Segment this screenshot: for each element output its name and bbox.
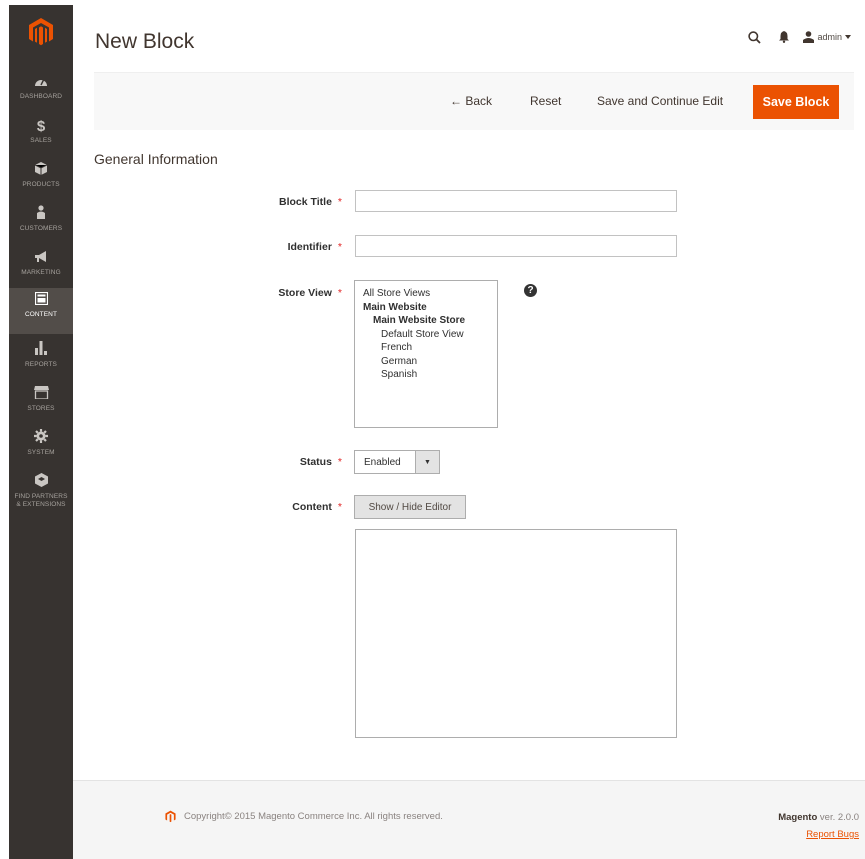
sidebar-item-partners-extensions[interactable]: FIND PARTNERS & EXTENSIONS [9,473,73,525]
admin-username: admin [817,32,842,42]
sidebar-item-stores[interactable]: STORES [9,385,73,429]
required-marker: * [337,456,342,468]
sidebar-item-system[interactable]: SYSTEM [9,429,73,473]
magento-logo-icon[interactable] [28,17,54,47]
content-textarea[interactable] [355,529,677,738]
sidebar-item-label: SALES [30,137,52,144]
store-view-option: Main Website [363,301,427,313]
page-actions-bar: ← Back Reset Save and Continue Edit Save… [94,72,854,130]
required-marker: * [337,241,342,253]
content-label: Content * [292,501,342,513]
sidebar-item-label: STORES [27,405,55,412]
sidebar-item-label: PRODUCTS [22,181,60,188]
user-icon [803,31,815,43]
sidebar-item-label: DASHBOARD [19,93,63,100]
version-text: ver. 2.0.0 [819,812,859,823]
sidebar-item-customers[interactable]: CUSTOMERS [9,205,73,249]
copyright-text: Copyright© 2015 Magento Commerce Inc. Al… [184,811,443,822]
cube-icon [9,473,73,493]
sidebar-item-reports[interactable]: REPORTS [9,341,73,385]
magento-logo-icon [165,810,176,823]
status-selected-value: Enabled [364,457,401,468]
store-view-option: Main Website Store [373,315,466,326]
sidebar-item-dashboard[interactable]: DASHBOARD [9,73,73,117]
content-icon [9,291,73,311]
block-title-input[interactable] [355,190,677,212]
store-view-label: Store View * [278,287,342,299]
back-button[interactable]: ← Back [450,94,492,108]
identifier-input[interactable] [355,235,677,257]
sidebar-item-products[interactable]: PRODUCTS [9,161,73,205]
save-block-button[interactable]: Save Block [753,85,839,119]
report-bugs-link[interactable]: Report Bugs [806,829,859,840]
megaphone-icon [9,249,73,269]
admin-user-menu[interactable]: admin [803,31,851,43]
identifier-label: Identifier * [287,241,342,253]
reset-button[interactable]: Reset [530,94,561,108]
page-footer: Copyright© 2015 Magento Commerce Inc. Al… [73,780,865,859]
notifications-bell-icon[interactable] [769,26,799,48]
chevron-down-icon [845,35,851,39]
store-view-multiselect[interactable]: All Store Views Main Website Main Websit… [354,280,498,428]
section-title: General Information [94,151,218,167]
dollar-icon: $ [36,118,46,135]
brand-name: Magento [778,812,818,823]
store-view-option[interactable]: All Store Views [363,287,497,301]
required-marker: * [337,287,342,299]
chevron-down-icon: ▼ [415,451,439,473]
store-view-option[interactable]: Default Store View [363,328,497,342]
window-frame-top [0,0,865,5]
admin-sidebar: DASHBOARD $ SALES PRODUCTS CUSTOMERS MAR… [9,5,73,859]
header-actions: admin [739,26,851,48]
required-marker: * [337,501,342,513]
store-view-option[interactable]: German [363,355,497,369]
person-icon [9,205,73,225]
version-info: Magento ver. 2.0.0 [778,812,859,823]
dashboard-icon [9,73,73,93]
status-label: Status * [299,456,342,468]
store-view-option[interactable]: Spanish [363,368,497,382]
window-frame-left [0,0,9,859]
sidebar-item-label: REPORTS [24,361,57,368]
status-select[interactable]: Enabled ▼ [354,450,440,474]
store-view-option[interactable]: French [363,341,497,355]
show-hide-editor-button[interactable]: Show / Hide Editor [354,495,466,519]
sidebar-item-label: CONTENT [24,311,58,318]
search-icon[interactable] [739,26,769,48]
sidebar-item-sales[interactable]: $ SALES [9,117,73,161]
sidebar-item-content[interactable]: CONTENT [9,288,73,334]
store-icon [9,385,73,405]
sidebar-item-label: FIND PARTNERS & EXTENSIONS [14,493,68,508]
page-title: New Block [95,30,195,53]
block-title-label: Block Title * [279,196,342,208]
sidebar-item-label: CUSTOMERS [19,225,63,232]
sidebar-item-marketing[interactable]: MARKETING [9,249,73,293]
copyright: Copyright© 2015 Magento Commerce Inc. Al… [165,810,443,823]
required-marker: * [337,196,342,208]
sidebar-item-label: MARKETING [21,269,61,276]
box-icon [9,161,73,181]
bar-chart-icon [9,341,73,361]
save-and-continue-button[interactable]: Save and Continue Edit [597,94,723,108]
sidebar-item-label: SYSTEM [27,449,55,456]
help-icon[interactable]: ? [524,284,537,297]
gear-icon [9,429,73,449]
